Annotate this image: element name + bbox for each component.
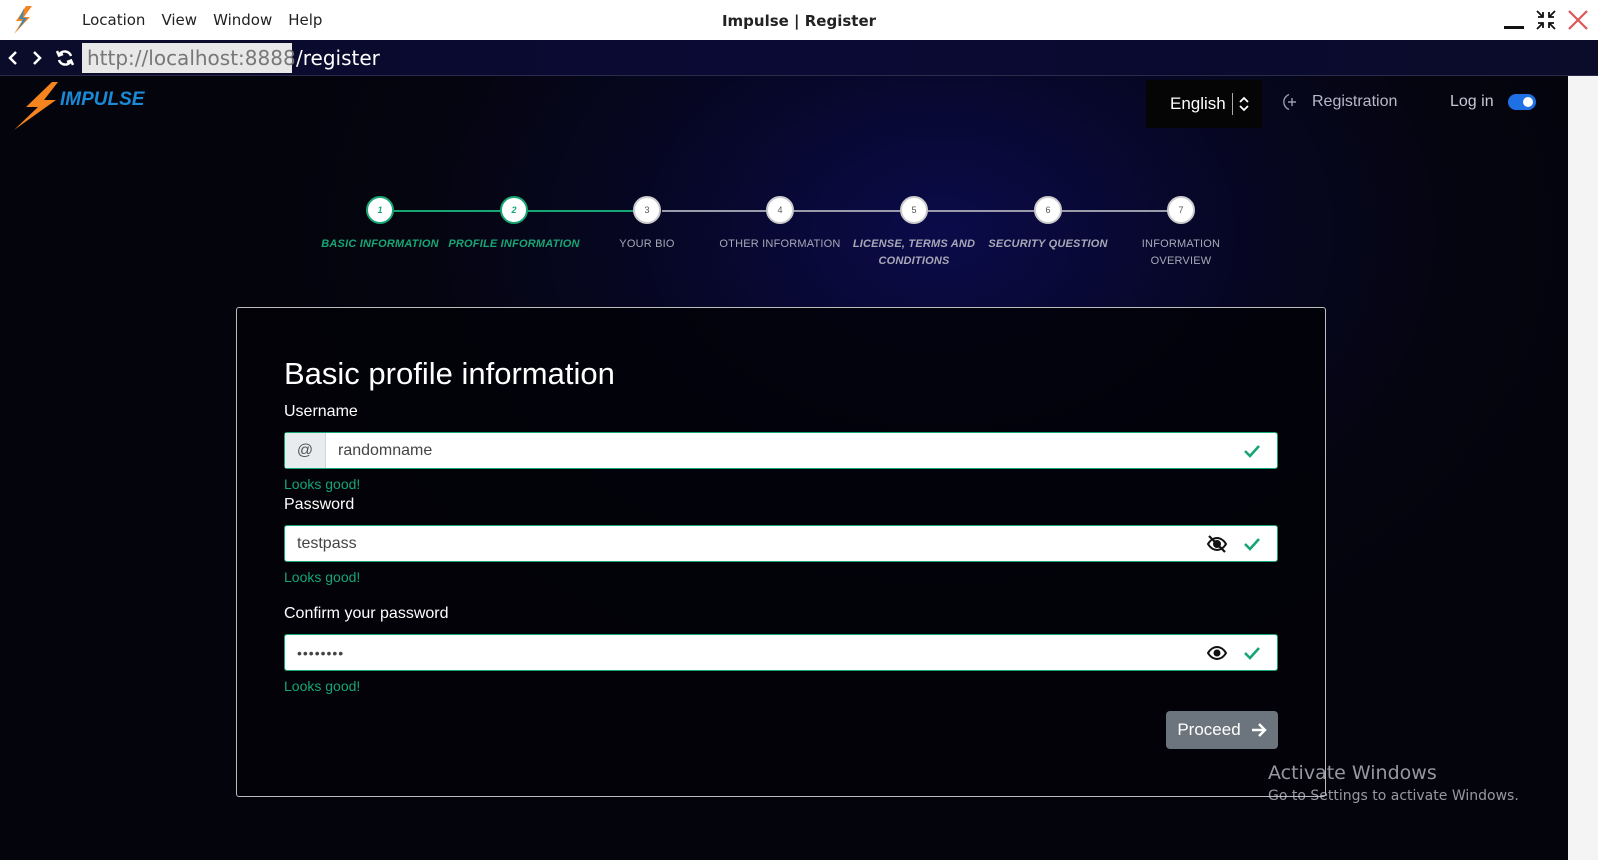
registration-stepper: 1 2 3 4 5 6 7 BASIC INFORMATION PROFILE … <box>0 76 1568 276</box>
activation-watermark: Activate Windows Go to Settings to activ… <box>1268 762 1519 804</box>
step-7-circle[interactable]: 7 <box>1167 196 1195 224</box>
step-1-circle[interactable]: 1 <box>366 196 394 224</box>
app-logo-icon <box>8 4 38 36</box>
watermark-line1: Activate Windows <box>1268 762 1437 784</box>
confirm-password-value[interactable]: •••••••• <box>285 645 1205 661</box>
step-6-label: SECURITY QUESTION <box>988 238 1108 250</box>
proceed-label: Proceed <box>1177 720 1241 739</box>
check-icon <box>1241 642 1263 664</box>
menu-window[interactable]: Window <box>213 11 272 29</box>
step-2-circle[interactable]: 2 <box>500 196 528 224</box>
step-7-label: INFORMATION OVERVIEW <box>1141 238 1221 267</box>
check-icon <box>1241 533 1263 555</box>
url-path[interactable]: /register <box>296 43 380 73</box>
confirm-password-feedback: Looks good! <box>284 678 361 694</box>
step-4-circle[interactable]: 4 <box>766 196 794 224</box>
step-connector <box>928 210 1034 212</box>
back-icon[interactable] <box>2 46 24 70</box>
step-connector <box>662 210 766 212</box>
step-5-circle[interactable]: 5 <box>900 196 928 224</box>
url-host[interactable]: http://localhost:8888 <box>82 43 296 73</box>
proceed-button[interactable]: Proceed <box>1166 711 1278 749</box>
menu-location[interactable]: Location <box>82 11 145 29</box>
eye-slash-icon[interactable] <box>1205 533 1229 555</box>
password-field[interactable]: testpass <box>284 525 1278 562</box>
window-titlebar: Location View Window Help Impulse | Regi… <box>0 0 1598 40</box>
check-icon <box>1241 440 1263 462</box>
reload-icon[interactable] <box>54 46 76 70</box>
step-6-circle[interactable]: 6 <box>1034 196 1062 224</box>
step-1-label: BASIC INFORMATION <box>321 238 439 250</box>
profile-form-card: Basic profile information Username @ ran… <box>236 307 1326 797</box>
menu-view[interactable]: View <box>161 11 197 29</box>
step-connector <box>528 210 634 212</box>
window-controls <box>1502 4 1590 36</box>
watermark-line2: Go to Settings to activate Windows. <box>1268 788 1519 804</box>
username-field[interactable]: @ randomname <box>284 432 1278 469</box>
password-label: Password <box>284 496 355 513</box>
step-connector <box>394 210 500 212</box>
restore-icon[interactable] <box>1534 8 1558 32</box>
step-2-label: PROFILE INFORMATION <box>448 238 580 250</box>
form-title: Basic profile information <box>284 356 615 391</box>
page-content: IMPULSE English Registration Log in 1 2 <box>0 76 1568 860</box>
step-3-label: YOUR BIO <box>619 238 675 250</box>
menu-bar: Location View Window Help <box>82 0 322 40</box>
confirm-password-field[interactable]: •••••••• <box>284 634 1278 671</box>
step-4-label: OTHER INFORMATION <box>719 238 841 250</box>
password-feedback: Looks good! <box>284 569 361 585</box>
arrow-right-icon <box>1251 723 1267 737</box>
scrollbar[interactable] <box>1568 76 1598 860</box>
username-value[interactable]: randomname <box>326 442 1241 460</box>
eye-icon[interactable] <box>1205 642 1229 664</box>
forward-icon[interactable] <box>26 46 48 70</box>
minimize-icon[interactable] <box>1502 8 1526 32</box>
step-5-label: LICENSE, TERMS AND CONDITIONS <box>852 238 976 267</box>
step-connector <box>1062 210 1168 212</box>
password-value[interactable]: testpass <box>285 535 1205 553</box>
step-3-circle[interactable]: 3 <box>633 196 661 224</box>
menu-help[interactable]: Help <box>288 11 322 29</box>
close-icon[interactable] <box>1566 8 1590 32</box>
at-prefix: @ <box>285 433 326 468</box>
confirm-password-label: Confirm your password <box>284 605 449 622</box>
username-feedback: Looks good! <box>284 476 361 492</box>
username-label: Username <box>284 403 358 420</box>
address-bar: http://localhost:8888 /register <box>0 40 1598 76</box>
step-connector <box>794 210 900 212</box>
